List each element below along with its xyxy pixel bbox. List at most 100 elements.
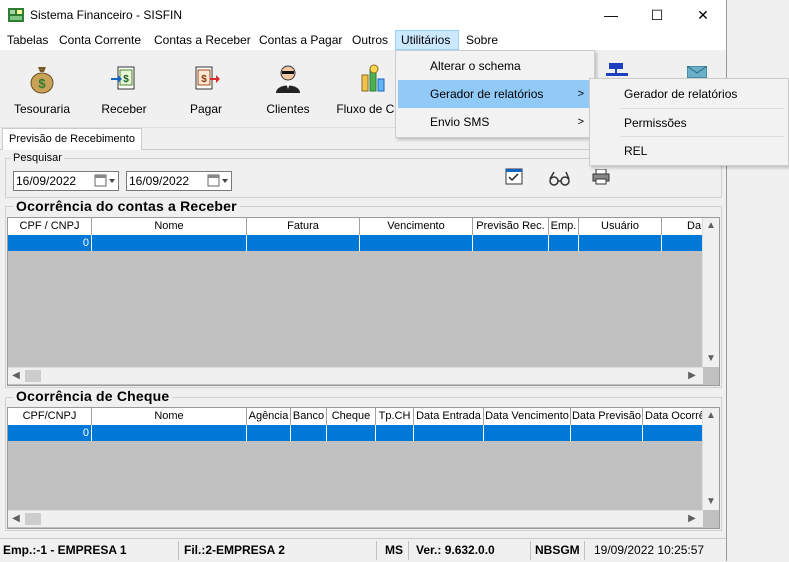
row-cell[interactable] <box>360 235 473 251</box>
menu-item-envio-sms[interactable]: Envio SMS > <box>398 108 592 136</box>
tab-previsao-de-recebimento[interactable]: Previsão de Recebimento <box>2 128 142 150</box>
status-user: NBSGM <box>535 543 580 557</box>
minimize-button[interactable]: — <box>588 0 634 30</box>
scroll-up-icon[interactable]: ▲ <box>703 218 719 234</box>
row-cell[interactable] <box>92 235 247 251</box>
calendar-dropdown-icon[interactable] <box>94 174 116 188</box>
glasses-search-icon[interactable] <box>548 170 572 186</box>
row-cell[interactable] <box>291 425 327 441</box>
submenu-item-gerador-relatorios[interactable]: Gerador de relatórios <box>592 80 786 108</box>
row-cell[interactable] <box>376 425 414 441</box>
row-cell[interactable] <box>414 425 484 441</box>
row-cell[interactable] <box>549 235 579 251</box>
column-header-nome[interactable]: Nome <box>92 218 247 235</box>
network-icon[interactable] <box>606 63 628 77</box>
column-header-usuario[interactable]: Usuário <box>579 218 662 235</box>
close-button[interactable]: ✕ <box>680 0 726 30</box>
svg-text:$: $ <box>201 74 207 85</box>
menu-sobre[interactable]: Sobre <box>461 30 503 50</box>
menu-contas-a-receber[interactable]: Contas a Receber <box>149 30 256 50</box>
menu-item-label: Alterar o schema <box>430 59 521 73</box>
scroll-down-icon[interactable]: ▼ <box>703 494 719 510</box>
receivables-grid[interactable]: CPF / CNPJ Nome Fatura Vencimento Previs… <box>7 217 720 386</box>
column-header-data-vencimento[interactable]: Data Vencimento <box>484 408 571 425</box>
row-cell[interactable] <box>579 235 662 251</box>
client-person-icon <box>276 65 300 93</box>
scroll-thumb[interactable] <box>25 513 41 525</box>
row-cell[interactable] <box>327 425 376 441</box>
column-header-previsao-rec[interactable]: Previsão Rec. <box>473 218 549 235</box>
menu-contas-a-pagar[interactable]: Contas a Pagar <box>254 30 347 50</box>
column-header-cheque[interactable]: Cheque <box>327 408 376 425</box>
scroll-right-icon[interactable]: ▶ <box>684 368 700 384</box>
row-cell[interactable] <box>247 235 360 251</box>
menu-utilitarios[interactable]: Utilitários <box>395 30 459 50</box>
chevron-right-icon: > <box>577 88 584 100</box>
column-header-data-previsao[interactable]: Data Previsão <box>571 408 643 425</box>
checklist-icon[interactable] <box>505 168 525 186</box>
menu-outros[interactable]: Outros <box>347 30 393 50</box>
column-header-emp[interactable]: Emp. <box>549 218 579 235</box>
submenu-item-permissoes[interactable]: Permissões <box>592 109 786 137</box>
status-separator <box>376 541 377 560</box>
printer-icon[interactable] <box>592 169 610 185</box>
menu-item-alterar-schema[interactable]: Alterar o schema <box>398 52 592 80</box>
scroll-right-icon[interactable]: ▶ <box>684 511 700 527</box>
column-header-banco[interactable]: Banco <box>291 408 327 425</box>
submenu-item-rel[interactable]: REL <box>592 137 786 165</box>
row-cell[interactable] <box>571 425 643 441</box>
scroll-up-icon[interactable]: ▲ <box>703 408 719 424</box>
vertical-scrollbar[interactable]: ▲ ▼ <box>702 408 719 510</box>
date-to-field[interactable]: 16/09/2022 <box>126 171 232 191</box>
status-separator <box>408 541 409 560</box>
vertical-scrollbar[interactable]: ▲ ▼ <box>702 218 719 367</box>
table-row[interactable]: 0 <box>8 425 703 441</box>
column-header-tp-ch[interactable]: Tp.CH <box>376 408 414 425</box>
maximize-button[interactable]: ☐ <box>634 0 680 30</box>
row-cell-cpf-cnpj[interactable]: 0 <box>8 425 92 441</box>
svg-text:$: $ <box>38 76 46 91</box>
tesouraria-button[interactable]: $ Tesouraria <box>7 51 77 125</box>
column-header-nome[interactable]: Nome <box>92 408 247 425</box>
menu-bar: Tabelas Conta Corrente Contas a Receber … <box>0 30 726 50</box>
column-header-data-entrada[interactable]: Data Entrada <box>414 408 484 425</box>
scroll-down-icon[interactable]: ▼ <box>703 351 719 367</box>
clientes-button[interactable]: Clientes <box>253 51 323 125</box>
column-header-cpf-cnpj[interactable]: CPF/CNPJ <box>8 408 92 425</box>
column-header-fatura[interactable]: Fatura <box>247 218 360 235</box>
horizontal-scrollbar[interactable]: ◀ ▶ <box>8 510 703 527</box>
cheque-group-title: Ocorrência de Cheque <box>13 388 173 404</box>
clientes-label: Clientes <box>266 102 310 116</box>
column-header-data-ocorrencia[interactable]: Data Ocorrê <box>643 408 703 425</box>
menu-tabelas[interactable]: Tabelas <box>2 30 53 50</box>
horizontal-scrollbar[interactable]: ◀ ▶ <box>8 367 703 384</box>
mail-icon[interactable] <box>687 66 707 78</box>
row-cell[interactable] <box>247 425 291 441</box>
column-header-cpf-cnpj[interactable]: CPF / CNPJ <box>8 218 92 235</box>
column-header-vencimento[interactable]: Vencimento <box>360 218 473 235</box>
row-cell[interactable] <box>484 425 571 441</box>
receive-money-icon: $ <box>111 66 135 90</box>
date-to-value: 16/09/2022 <box>129 174 190 188</box>
scroll-left-icon[interactable]: ◀ <box>8 368 24 384</box>
search-group-label: Pesquisar <box>11 152 64 164</box>
date-from-field[interactable]: 16/09/2022 <box>13 171 119 191</box>
table-row[interactable]: 0 <box>8 235 703 251</box>
status-ms: MS <box>385 543 403 557</box>
scroll-left-icon[interactable]: ◀ <box>8 511 24 527</box>
menu-item-gerador-relatorios[interactable]: Gerador de relatórios > <box>398 80 592 108</box>
pagar-button[interactable]: $ Pagar <box>171 51 241 125</box>
row-cell-cpf-cnpj[interactable]: 0 <box>8 235 92 251</box>
receber-button[interactable]: $ Receber <box>89 51 159 125</box>
column-header-agencia[interactable]: Agência <box>247 408 291 425</box>
menu-conta-corrente[interactable]: Conta Corrente <box>54 30 146 50</box>
app-icon <box>8 8 24 22</box>
scroll-thumb[interactable] <box>25 370 41 382</box>
receivables-group-title: Ocorrência do contas a Receber <box>13 198 240 214</box>
row-cell[interactable] <box>92 425 247 441</box>
gerador-submenu: Gerador de relatórios Permissões REL <box>589 78 789 166</box>
row-cell[interactable] <box>473 235 549 251</box>
calendar-dropdown-icon[interactable] <box>207 174 229 188</box>
cheque-grid[interactable]: CPF/CNPJ Nome Agência Banco Cheque Tp.CH… <box>7 407 720 529</box>
money-bag-icon: $ <box>30 67 54 94</box>
